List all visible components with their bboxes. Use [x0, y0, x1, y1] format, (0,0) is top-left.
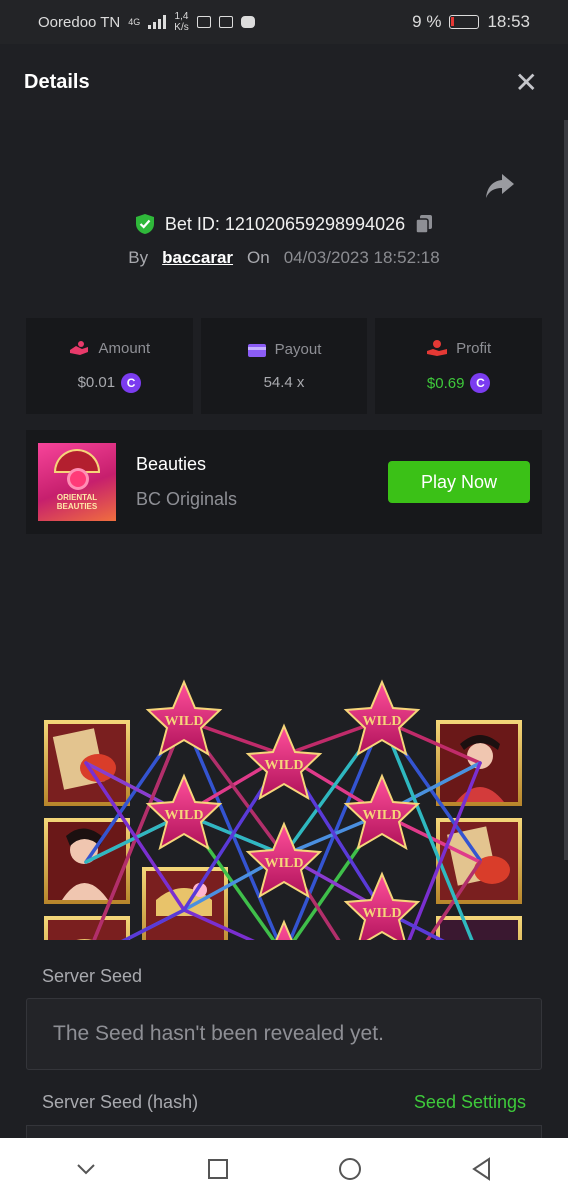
- wild-icon: WILD: [343, 679, 421, 757]
- details-header: Details ✕: [0, 44, 568, 120]
- server-seed-label: Server Seed: [42, 966, 143, 986]
- home-icon[interactable]: [337, 1156, 363, 1182]
- by-label: By: [128, 248, 149, 267]
- game-thumbnail[interactable]: ORIENTAL BEAUTIES: [38, 443, 116, 521]
- svg-text:WILD: WILD: [363, 714, 402, 729]
- bet-byline: By baccarar On 04/03/2023 18:52:18: [0, 248, 568, 268]
- symbol-comb: [44, 916, 130, 940]
- game-provider: BC Originals: [136, 489, 238, 509]
- svg-text:WILD: WILD: [363, 906, 402, 921]
- play-now-button[interactable]: Play Now: [388, 461, 530, 503]
- wild-icon: WILD: [245, 821, 323, 899]
- bet-id-row: Bet ID: 121020659298994026: [0, 213, 568, 235]
- chevron-down-icon[interactable]: [73, 1156, 99, 1182]
- game-name: Beauties: [136, 454, 207, 474]
- bet-datetime: 04/03/2023 18:52:18: [283, 248, 440, 267]
- coin-icon: C: [470, 373, 491, 393]
- carrier-name: Ooredoo TN: [38, 13, 121, 31]
- back-icon[interactable]: [469, 1156, 495, 1182]
- bet-id: Bet ID: 121020659298994026: [164, 213, 406, 234]
- symbol-comb: [142, 867, 228, 940]
- clock: 18:53: [487, 12, 530, 31]
- payout-card: Payout 54.4 x: [200, 318, 368, 414]
- profit-value: $0.69: [426, 374, 465, 392]
- profit-label: Profit: [456, 339, 492, 357]
- share-icon[interactable]: [484, 172, 516, 200]
- wallet-icon: [247, 343, 266, 357]
- battery-icon: [449, 15, 480, 29]
- amount-value: $0.01: [77, 374, 116, 391]
- wild-icon: WILD: [145, 679, 223, 757]
- message-icon: [218, 16, 233, 28]
- seed-settings-link[interactable]: Seed Settings: [414, 1092, 526, 1113]
- notification-icon: [196, 16, 211, 28]
- server-seed-hash-field[interactable]: [26, 1125, 542, 1138]
- payout-label: Payout: [274, 341, 322, 358]
- on-label: On: [247, 248, 270, 267]
- svg-text:WILD: WILD: [265, 856, 304, 871]
- copy-icon[interactable]: [415, 214, 433, 234]
- money-hand-icon: [70, 341, 89, 355]
- battery-percent: 9 %: [412, 12, 442, 31]
- profit-hand-icon: [427, 340, 448, 356]
- thumbnail-title: ORIENTAL BEAUTIES: [56, 493, 98, 511]
- recent-apps-icon[interactable]: [205, 1156, 231, 1182]
- network-type: 4G: [128, 17, 141, 27]
- wild-icon: WILD: [275, 919, 293, 940]
- details-content: Bet ID: 121020659298994026 By baccarar O…: [0, 120, 568, 1138]
- wild-icon: WILD: [145, 773, 223, 851]
- symbol-fan: [436, 916, 522, 940]
- shield-check-icon: [135, 214, 154, 234]
- signal-icon: [148, 15, 167, 29]
- username-link[interactable]: baccarar: [162, 248, 233, 268]
- wild-icon: WILD: [343, 773, 421, 851]
- close-icon[interactable]: ✕: [515, 66, 538, 99]
- server-seed-value: The Seed hasn't been revealed yet.: [53, 1022, 384, 1045]
- game-card: ORIENTAL BEAUTIES Beauties BC Originals …: [26, 430, 542, 534]
- amount-label: Amount: [98, 339, 151, 357]
- server-seed-hash-label: Server Seed (hash): [42, 1092, 199, 1112]
- bet-stats: Amount $0.01 C Payout 54.4 x Profit $0.6…: [26, 318, 543, 414]
- network-speed: 1,4 K/s: [174, 11, 189, 33]
- wild-icon: WILD: [245, 723, 323, 801]
- wild-icon: WILD: [343, 871, 421, 940]
- system-nav-bar: [0, 1138, 568, 1200]
- profit-card: Profit $0.69 C: [375, 318, 543, 414]
- youtube-icon: [240, 16, 255, 28]
- slot-result-grid: WILD WILD WILD WILD WILD WILD WILD: [44, 679, 522, 940]
- status-bar: Ooredoo TN 4G 1,4 K/s 9 % 18:53: [0, 0, 568, 44]
- payout-value: 54.4 x: [263, 374, 305, 391]
- server-seed-field[interactable]: The Seed hasn't been revealed yet.: [26, 998, 542, 1070]
- coin-icon: C: [121, 372, 142, 393]
- svg-text:WILD: WILD: [265, 758, 304, 773]
- svg-text:WILD: WILD: [363, 808, 402, 823]
- svg-text:WILD: WILD: [165, 714, 204, 729]
- page-title: Details: [24, 70, 90, 93]
- svg-text:WILD: WILD: [165, 808, 204, 823]
- amount-card: Amount $0.01 C: [26, 318, 193, 414]
